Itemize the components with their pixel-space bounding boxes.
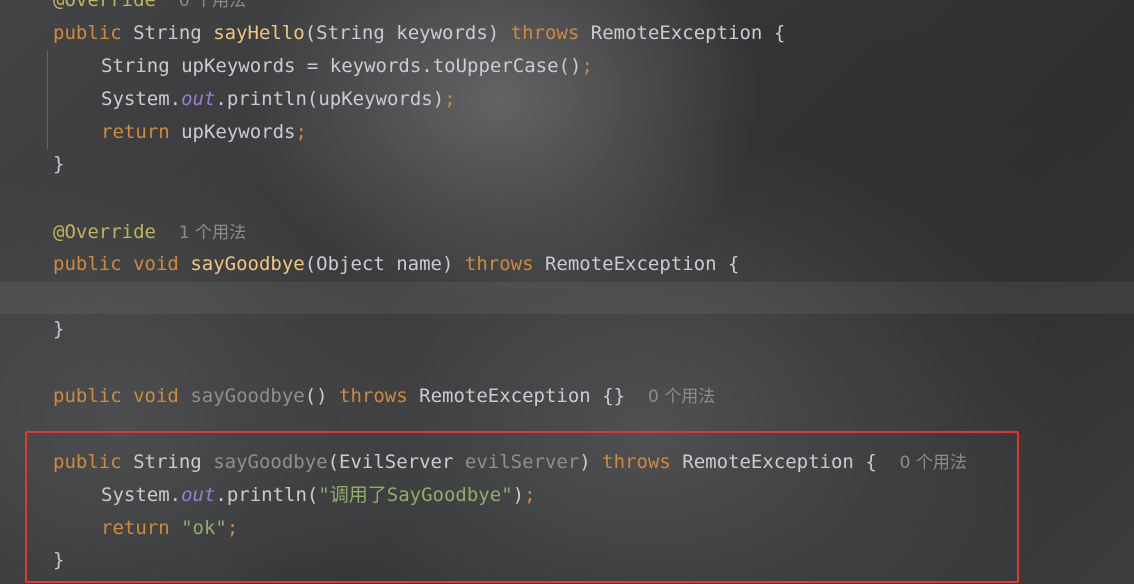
param-name: keywords bbox=[396, 22, 488, 44]
method-name-saygoodbye[interactable]: sayGoodbye bbox=[190, 253, 304, 275]
method-name-sayhello[interactable]: sayHello bbox=[213, 22, 305, 44]
brace-close: } bbox=[53, 549, 65, 571]
code-line-annotation-override: @Override 0 个用法 bbox=[53, 0, 246, 17]
keyword-return: return bbox=[101, 121, 170, 143]
code-editor[interactable]: @Override 0 个用法 public String sayHello(S… bbox=[0, 0, 1134, 584]
annotation-override: @Override bbox=[53, 0, 156, 11]
paren-open: ( bbox=[304, 22, 317, 44]
brace-open: { bbox=[865, 451, 877, 473]
statement-text: String upKeywords = keywords.toUpperCase… bbox=[101, 55, 582, 77]
exception-type: RemoteException bbox=[682, 451, 854, 473]
keyword-public: public bbox=[53, 22, 122, 44]
code-line-saygoodbye-evilserver-signature: public String sayGoodbye(EvilServer evil… bbox=[53, 446, 967, 479]
code-line-uppercase: String upKeywords = keywords.toUpperCase… bbox=[101, 50, 593, 83]
brace-close: } bbox=[53, 153, 65, 175]
keyword-public: public bbox=[53, 451, 122, 473]
params: () bbox=[304, 385, 328, 407]
code-line-return-ok: return "ok"; bbox=[101, 512, 238, 545]
field-out: out bbox=[181, 88, 216, 110]
code-line-sayhello-signature: public String sayHello(String keywords) … bbox=[53, 17, 785, 50]
code-line-close-brace: } bbox=[53, 148, 64, 181]
brace-open: { bbox=[728, 253, 740, 275]
paren-close: ) bbox=[579, 451, 591, 473]
code-line-println-saygoodbye: System.out.println("调用了SayGoodbye"); bbox=[101, 479, 536, 512]
keyword-throws: throws bbox=[602, 451, 671, 473]
param-type: EvilServer bbox=[339, 451, 454, 473]
system-ref: System. bbox=[101, 88, 182, 110]
code-line-annotation-override-2: @Override 1 个用法 bbox=[53, 216, 246, 249]
code-line-saygoodbye-noarg: public void sayGoodbye() throws RemoteEx… bbox=[53, 380, 715, 413]
paren-open: ( bbox=[327, 451, 340, 473]
string-literal: "调用了SayGoodbye" bbox=[318, 484, 513, 506]
param-name-unused: evilServer bbox=[464, 451, 580, 473]
brace-open: { bbox=[773, 22, 786, 44]
keyword-public: public bbox=[53, 253, 122, 275]
keyword-public: public bbox=[53, 385, 122, 407]
keyword-throws: throws bbox=[339, 385, 408, 407]
brace-close: } bbox=[53, 318, 65, 340]
string-literal: "ok" bbox=[181, 517, 227, 539]
return-value: upKeywords bbox=[181, 121, 296, 143]
keyword-throws: throws bbox=[464, 253, 534, 275]
semicolon: ; bbox=[295, 121, 307, 143]
system-ref: System. bbox=[101, 484, 182, 506]
params: (Object name) bbox=[304, 253, 454, 275]
usage-hint[interactable]: 0 个用法 bbox=[900, 453, 967, 473]
semicolon: ; bbox=[444, 88, 456, 110]
code-line-println: System.out.println(upKeywords); bbox=[101, 83, 456, 116]
field-out: out bbox=[181, 484, 216, 506]
annotation-override: @Override bbox=[53, 221, 156, 243]
usage-hint[interactable]: 0 个用法 bbox=[648, 387, 715, 407]
semicolon: ; bbox=[226, 517, 239, 539]
method-name-saygoodbye-unused[interactable]: sayGoodbye bbox=[213, 451, 327, 473]
method-name-saygoodbye-unused[interactable]: sayGoodbye bbox=[190, 385, 304, 407]
keyword-return: return bbox=[101, 517, 170, 539]
semicolon: ; bbox=[524, 484, 536, 506]
keyword-void: void bbox=[133, 253, 179, 275]
code-area[interactable]: @Override 0 个用法 public String sayHello(S… bbox=[0, 0, 1134, 584]
exception-type: RemoteException bbox=[544, 253, 717, 275]
param-type: String bbox=[316, 22, 385, 44]
type-string: String bbox=[133, 451, 202, 473]
println-call: .println( bbox=[215, 484, 319, 506]
keyword-void: void bbox=[133, 385, 179, 407]
paren-close: ) bbox=[512, 484, 525, 506]
paren-close: ) bbox=[487, 22, 500, 44]
keyword-throws: throws bbox=[510, 22, 580, 44]
exception-type: RemoteException bbox=[419, 385, 591, 407]
usage-hint[interactable]: 0 个用法 bbox=[179, 0, 246, 11]
usage-hint[interactable]: 1 个用法 bbox=[179, 223, 246, 243]
code-line-saygoodbye-object-signature: public void sayGoodbye(Object name) thro… bbox=[53, 248, 739, 281]
code-line-close-brace-2: } bbox=[53, 313, 64, 346]
println-call: .println(upKeywords) bbox=[215, 88, 445, 110]
exception-type: RemoteException bbox=[590, 22, 763, 44]
code-line-close-brace-3: } bbox=[53, 544, 64, 577]
empty-body-braces: {} bbox=[602, 385, 626, 407]
code-line-return: return upKeywords; bbox=[101, 116, 307, 149]
type-string: String bbox=[133, 22, 202, 44]
semicolon: ; bbox=[581, 55, 593, 77]
